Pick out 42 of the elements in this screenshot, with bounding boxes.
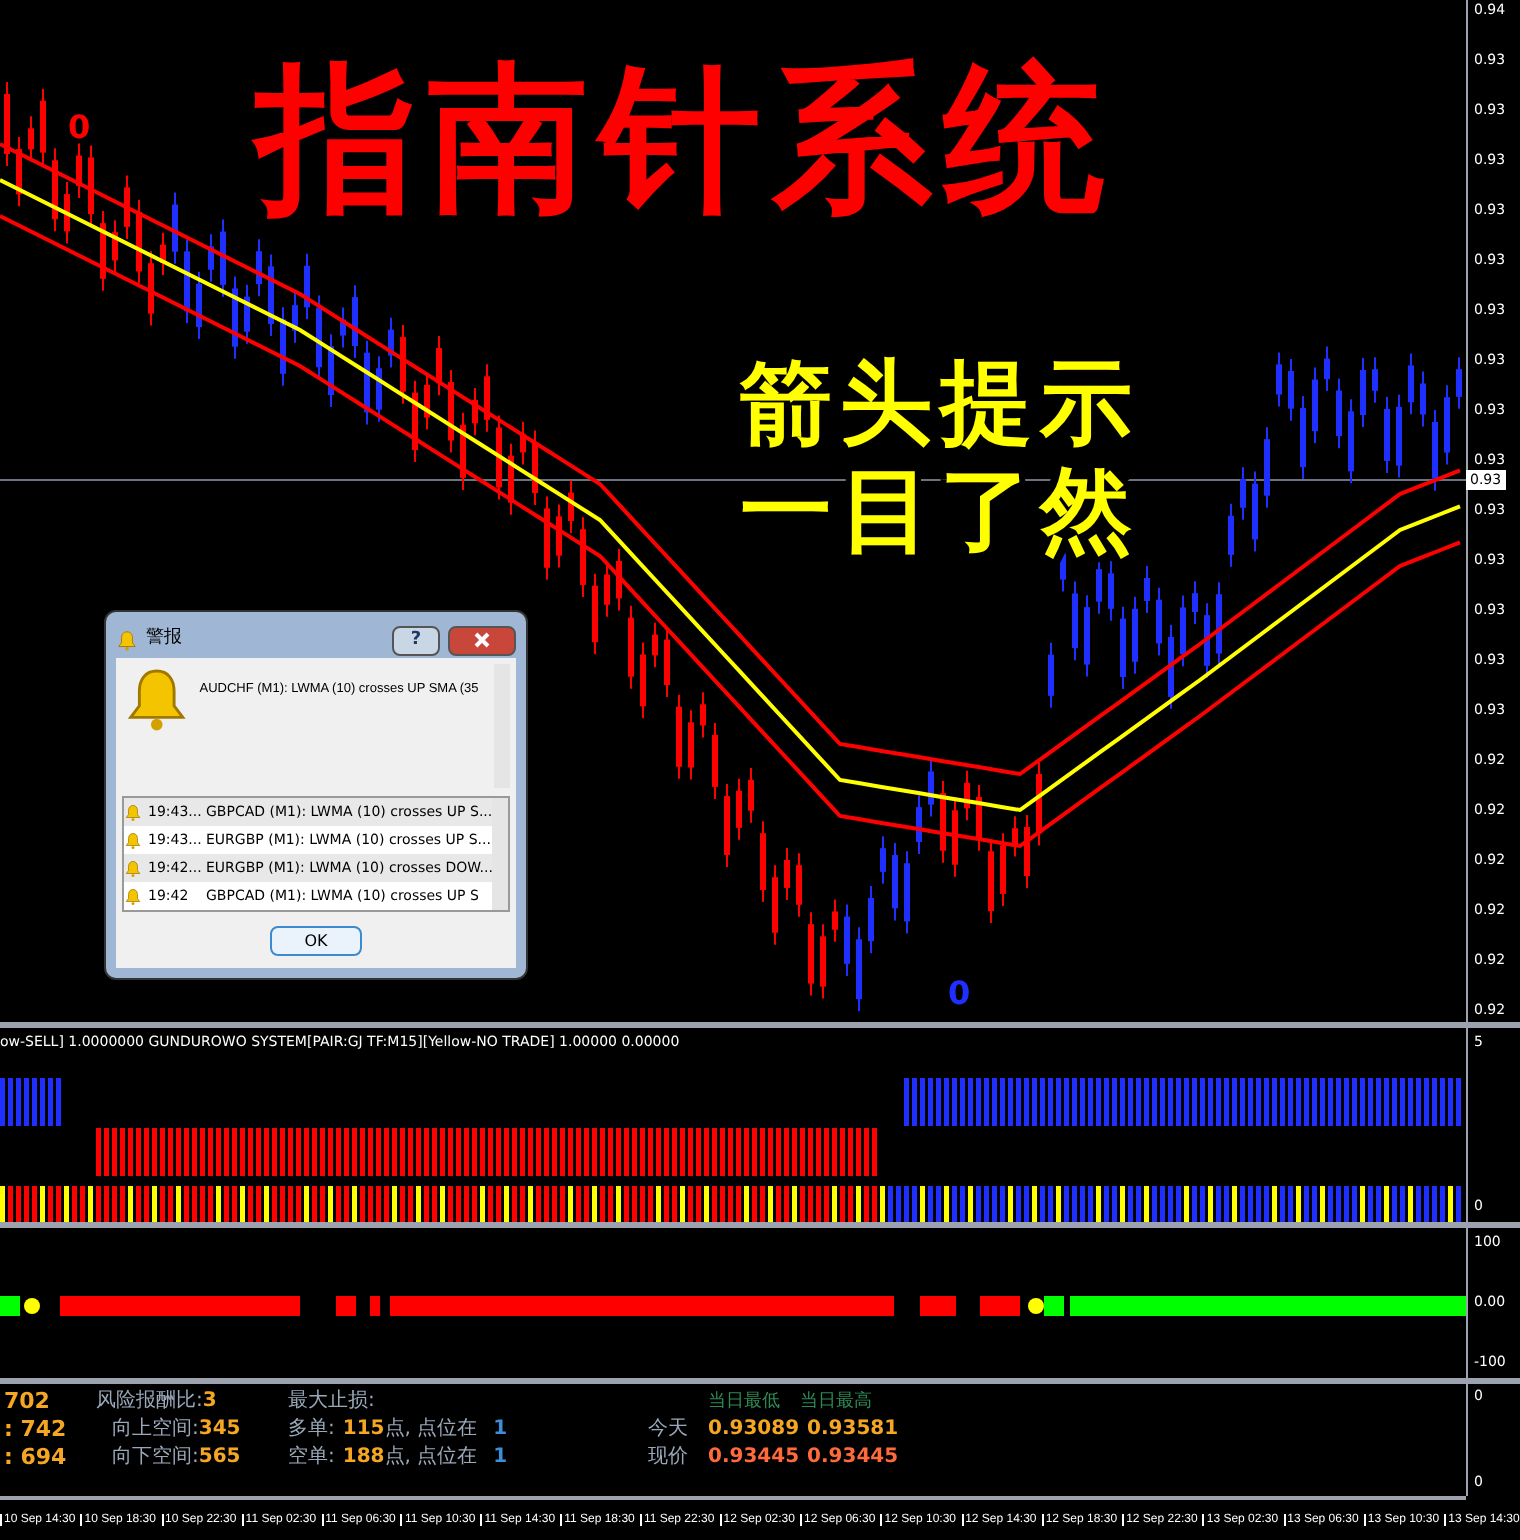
stat-value: 702 (4, 1388, 52, 1417)
bell-icon (116, 629, 138, 651)
stat-label: 风险报酬比: (96, 1388, 203, 1417)
promo-subtitle: 箭头提示 (740, 356, 1140, 448)
bell-icon (124, 859, 142, 877)
stat-label: 向下空间: (112, 1444, 199, 1473)
scrollbar[interactable] (492, 798, 508, 910)
stat-value: 0.93445 (807, 1444, 899, 1473)
bell-icon (124, 831, 142, 849)
stat-value: 1 (491, 1416, 508, 1445)
promo-title: 指南针系统 (256, 60, 1116, 220)
stat-label: 多单: (288, 1416, 335, 1445)
stat-label: 空单: (288, 1444, 335, 1473)
stat-value: 115 (340, 1416, 385, 1445)
promo-subtitle: 一目了然 (740, 464, 1140, 556)
stat-label: 现价 (648, 1444, 690, 1473)
stat-value: 0.93581 (807, 1416, 899, 1445)
stat-value: 3 (202, 1388, 217, 1417)
arrow-mark: 0 (948, 978, 971, 1010)
stat-label: 点, 点位在 (384, 1444, 478, 1473)
stat-value: 565 (198, 1444, 241, 1473)
stat-value: : 742 (4, 1416, 64, 1445)
column-header: 当日最低 (708, 1389, 780, 1417)
stat-value: 0.93445 (708, 1444, 800, 1473)
close-button[interactable] (448, 625, 516, 655)
stat-label: 今天 (648, 1416, 690, 1445)
stat-value: 1 (491, 1444, 508, 1473)
stat-value: 345 (198, 1416, 241, 1445)
stat-value: 188 (340, 1444, 385, 1473)
close-icon (474, 632, 490, 648)
stat-label: 点, 点位在 (384, 1416, 478, 1445)
ok-button[interactable]: OK (270, 926, 362, 956)
stat-label: 向上空间: (112, 1416, 199, 1445)
stat-value: 0.93089 (708, 1416, 800, 1445)
help-button[interactable]: ? (392, 625, 440, 655)
arrow-mark: 0 (68, 112, 91, 144)
dialog-title: 警报 (146, 626, 182, 653)
bell-icon (124, 887, 142, 905)
column-header: 当日最高 (800, 1389, 872, 1417)
stat-label: 最大止损: (288, 1388, 377, 1417)
bell-icon (124, 803, 142, 821)
stat-value: : 694 (4, 1444, 64, 1473)
